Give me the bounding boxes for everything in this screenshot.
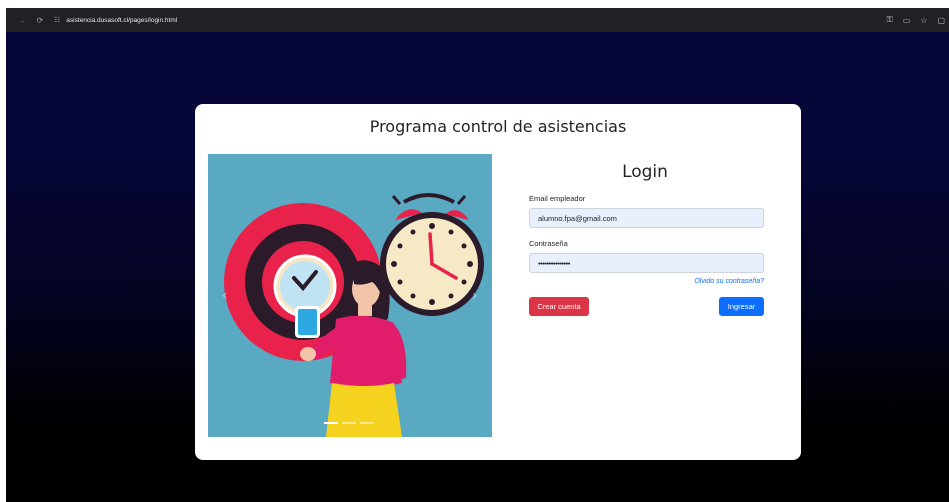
carousel-prev-icon[interactable]: ‹ [222,288,228,304]
email-label: Email empleador [529,194,586,203]
carousel-indicator-2[interactable] [342,422,356,424]
login-heading: Login [622,162,668,182]
login-button[interactable]: Ingresar [719,297,764,316]
create-account-button[interactable]: Crear cuenta [529,297,589,316]
login-card: Programa control de asistencias ‹ › Logi… [195,104,801,460]
carousel-next-icon[interactable]: › [472,288,478,304]
extensions-icon[interactable]: ▢ [937,16,945,25]
reload-icon[interactable]: ⟳ [34,16,46,25]
browser-toolbar: → ⟳ ☷ asistencia.dusasoft.cl/pages/login… [6,8,949,32]
cast-icon[interactable]: ▭ [903,16,911,25]
carousel-indicator-3[interactable] [360,422,374,424]
clock-woman-illustration: ‹ › [208,154,492,437]
site-settings-icon[interactable]: ☷ [54,16,60,24]
forgot-password-link[interactable]: Olvido su contraseña? [664,278,764,285]
password-input[interactable]: ••••••••••••••• [529,253,764,273]
carousel-indicator-1[interactable] [324,422,338,424]
password-label: Contraseña [529,239,568,248]
bookmark-star-icon[interactable]: ☆ [920,16,927,25]
back-arrow-icon[interactable]: → [16,16,28,25]
toolbar-actions: ⚿ ▭ ☆ ▢ [887,8,945,32]
email-input[interactable]: alumno.fpa@gmail.com [529,208,764,228]
address-bar[interactable]: asistencia.dusasoft.cl/pages/login.html [66,17,177,24]
illustration-carousel: ‹ › [208,154,492,437]
browser-window: → ⟳ ☷ asistencia.dusasoft.cl/pages/login… [6,8,949,502]
password-key-icon[interactable]: ⚿ [887,15,893,25]
page-title: Programa control de asistencias [369,117,627,136]
